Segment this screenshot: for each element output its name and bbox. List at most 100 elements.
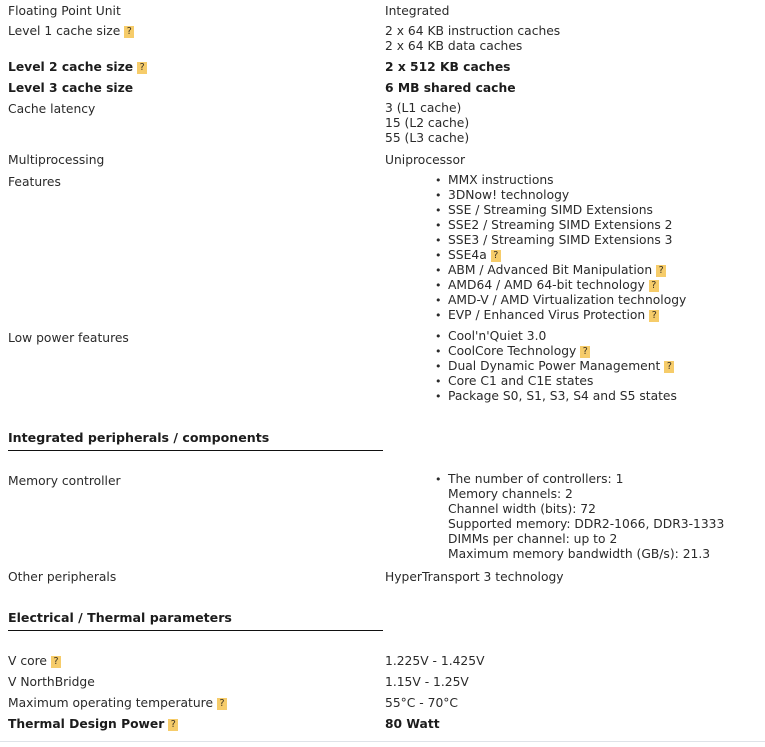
label-text: Maximum operating temperature (8, 696, 214, 710)
help-badge-icon[interactable]: ? (580, 346, 591, 358)
list-item-label: SSE4a (448, 248, 487, 262)
section-header-electrical-thermal: Electrical / Thermal parameters (8, 610, 383, 631)
label-text: V NorthBridge (8, 675, 95, 689)
help-badge-icon[interactable]: ? (124, 26, 135, 38)
list-item: • MMX instructions (433, 173, 686, 188)
value-text-line-1: 2 x 64 KB instruction caches (385, 24, 561, 38)
list-item-label: ABM / Advanced Bit Manipulation (448, 263, 653, 277)
bullet-icon: • (435, 360, 442, 373)
list-item: • CoolCore Technology? (433, 344, 677, 359)
row-label-maximum-operating-temperature: Maximum operating temperature? (8, 695, 228, 711)
section-header-integrated-peripherals: Integrated peripherals / components (8, 430, 383, 451)
bullet-icon: • (435, 219, 442, 232)
bullet-icon: • (435, 330, 442, 343)
row-value-thermal-design-power: 80 Watt (385, 716, 440, 732)
label-text: V core (8, 654, 47, 668)
value-text: 2 x 512 KB caches (385, 60, 511, 74)
list-item-sub-label: Maximum memory bandwidth (GB/s): 21.3 (448, 547, 711, 561)
bullet-icon: • (435, 174, 442, 187)
row-value-v-core: 1.225V - 1.425V (385, 653, 485, 669)
value-text: Uniprocessor (385, 153, 466, 167)
low-power-bullet-list: • Cool'n'Quiet 3.0 • CoolCore Technology? • D… (433, 329, 677, 404)
row-label-thermal-design-power: Thermal Design Power? (8, 716, 179, 732)
list-item: • ABM / Advanced Bit Manipulation? (433, 263, 686, 278)
list-item-label: SSE3 / Streaming SIMD Extensions 3 (448, 233, 673, 247)
row-value-cache-latency: 3 (L1 cache) 15 (L2 cache) 55 (L3 cache) (385, 101, 469, 146)
label-text: Level 2 cache size (8, 60, 134, 74)
bullet-icon: • (435, 234, 442, 247)
row-label-floating-point-unit: Floating Point Unit (8, 3, 121, 19)
list-item: • The number of controllers: 1 Memory chan… (433, 472, 724, 562)
bullet-icon: • (435, 294, 442, 307)
help-badge-icon[interactable]: ? (137, 62, 148, 74)
list-item: • Package S0, S1, S3, S4 and S5 states (433, 389, 677, 404)
section-title-text: Electrical / Thermal parameters (8, 610, 232, 625)
help-badge-icon[interactable]: ? (656, 265, 667, 277)
value-text: 55°C - 70°C (385, 696, 459, 710)
list-item-sub-label: Channel width (bits): 72 (448, 502, 596, 516)
row-value-multiprocessing: Uniprocessor (385, 152, 465, 168)
help-badge-icon[interactable]: ? (50, 656, 61, 668)
list-item: • Cool'n'Quiet 3.0 (433, 329, 677, 344)
list-item-label: AMD64 / AMD 64-bit technology (448, 278, 645, 292)
list-item-label: SSE2 / Streaming SIMD Extensions 2 (448, 218, 673, 232)
label-text: Thermal Design Power (8, 717, 165, 731)
help-badge-icon[interactable]: ? (168, 719, 179, 731)
list-item-sub-label: Supported memory: DDR2-1066, DDR3-1333 (448, 517, 725, 531)
label-text: Multiprocessing (8, 153, 105, 167)
label-text: Cache latency (8, 102, 96, 116)
page-bottom-divider (0, 741, 765, 742)
list-item: • Dual Dynamic Power Management? (433, 359, 677, 374)
row-value-level-2-cache-size: 2 x 512 KB caches (385, 59, 510, 75)
list-item-label: Cool'n'Quiet 3.0 (448, 329, 547, 343)
row-label-multiprocessing: Multiprocessing (8, 152, 104, 168)
row-label-level-3-cache-size: Level 3 cache size (8, 80, 133, 96)
row-label-cache-latency: Cache latency (8, 101, 95, 117)
label-text: Floating Point Unit (8, 4, 121, 18)
value-text: 1.15V - 1.25V (385, 675, 469, 689)
label-text: Memory controller (8, 474, 121, 488)
help-badge-icon[interactable]: ? (648, 280, 659, 292)
row-label-low-power-features: Low power features (8, 330, 129, 346)
row-label-v-core: V core? (8, 653, 61, 669)
row-label-level-1-cache-size: Level 1 cache size? (8, 23, 135, 39)
value-text: Integrated (385, 4, 450, 18)
row-value-level-1-cache-size: 2 x 64 KB instruction caches 2 x 64 KB d… (385, 24, 560, 54)
row-value-floating-point-unit: Integrated (385, 3, 449, 19)
bullet-icon: • (435, 473, 442, 486)
row-label-features: Features (8, 174, 61, 190)
row-label-v-northbridge: V NorthBridge (8, 674, 95, 690)
bullet-icon: • (435, 345, 442, 358)
list-item: • SSE4a? (433, 248, 686, 263)
value-text: 80 Watt (385, 717, 440, 731)
label-text: Other peripherals (8, 570, 117, 584)
row-value-maximum-operating-temperature: 55°C - 70°C (385, 695, 458, 711)
value-text: 1.225V - 1.425V (385, 654, 485, 668)
help-badge-icon[interactable]: ? (664, 361, 675, 373)
bullet-icon: • (435, 189, 442, 202)
help-badge-icon[interactable]: ? (490, 250, 501, 262)
value-text-line-2: 2 x 64 KB data caches (385, 39, 523, 53)
label-text: Low power features (8, 331, 129, 345)
list-item-label: MMX instructions (448, 173, 554, 187)
list-item: • EVP / Enhanced Virus Protection? (433, 308, 686, 323)
value-text: HyperTransport 3 technology (385, 570, 564, 584)
help-badge-icon[interactable]: ? (649, 310, 660, 322)
bullet-icon: • (435, 390, 442, 403)
features-bullet-list: • MMX instructions • 3DNow! technology • SSE … (433, 173, 686, 323)
list-item-label: EVP / Enhanced Virus Protection (448, 308, 646, 322)
help-badge-icon[interactable]: ? (217, 698, 228, 710)
value-text-line-1: 3 (L1 cache) (385, 101, 462, 115)
row-label-level-2-cache-size: Level 2 cache size? (8, 59, 148, 75)
bullet-icon: • (435, 249, 442, 262)
section-title-text: Integrated peripherals / components (8, 430, 270, 445)
row-label-memory-controller: Memory controller (8, 473, 121, 489)
value-text-line-3: 55 (L3 cache) (385, 131, 470, 145)
list-item-label: AMD-V / AMD Virtualization technology (448, 293, 687, 307)
list-item-label: Core C1 and C1E states (448, 374, 594, 388)
list-item: • Core C1 and C1E states (433, 374, 677, 389)
label-text: Level 1 cache size (8, 24, 121, 38)
list-item-label: 3DNow! technology (448, 188, 570, 202)
list-item: • SSE2 / Streaming SIMD Extensions 2 (433, 218, 686, 233)
label-text: Features (8, 175, 61, 189)
